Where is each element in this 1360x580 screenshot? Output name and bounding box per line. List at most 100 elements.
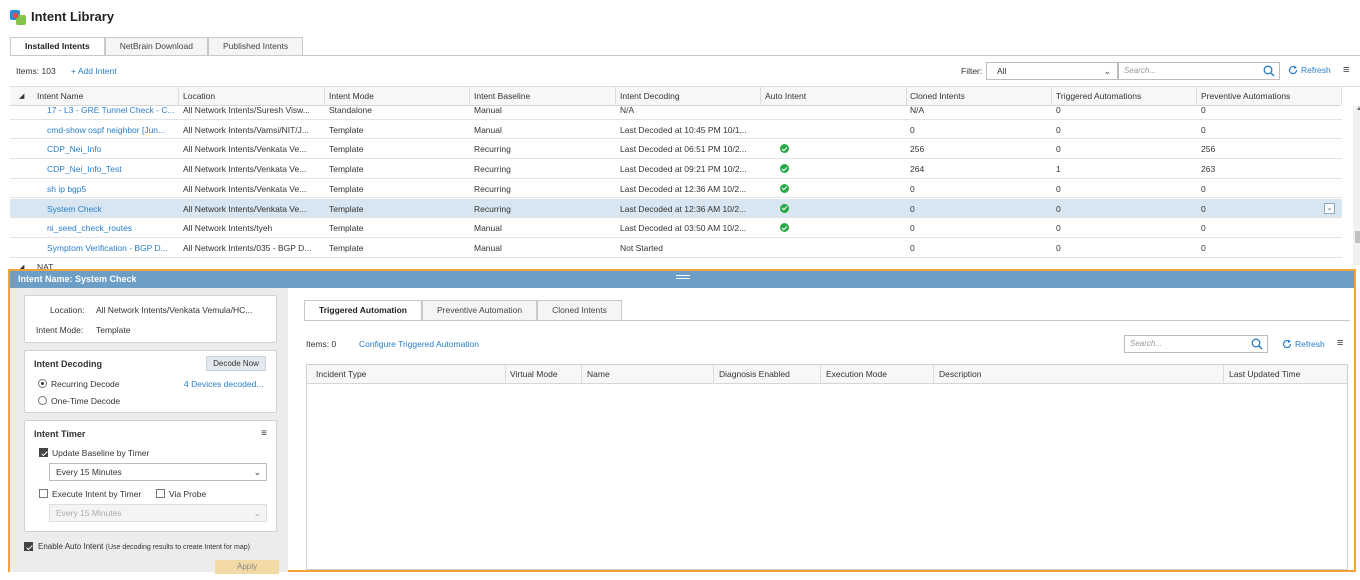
intent-name-link[interactable]: CDP_Nei_Info xyxy=(47,144,175,154)
col-incident-type[interactable]: Incident Type xyxy=(316,369,366,379)
update-baseline-checkbox[interactable] xyxy=(39,448,48,457)
apply-button[interactable]: Apply xyxy=(215,560,279,574)
page-title: Intent Library xyxy=(31,9,115,24)
location-cell: All Network Intents/Vamsi/NIT/J... xyxy=(183,124,309,135)
decode-now-button[interactable]: Decode Now xyxy=(206,356,266,371)
refresh-icon xyxy=(1288,65,1298,75)
decoding-cell: Last Decoded at 06:51 PM 10/2... xyxy=(620,144,747,155)
execute-intent-checkbox[interactable] xyxy=(39,489,48,498)
table-row[interactable]: sh ip bgp5 All Network Intents/Venkata V… xyxy=(10,179,1342,199)
add-intent-link[interactable]: + Add Intent xyxy=(71,66,117,76)
scroll-up-icon[interactable]: ▲ xyxy=(1356,106,1360,112)
filter-select[interactable]: All ⌄ xyxy=(986,62,1118,80)
timer-menu-icon[interactable]: ≡ xyxy=(261,428,267,439)
collapse-all-icon[interactable]: ◢ xyxy=(19,92,24,100)
preventive-cell: 0 xyxy=(1201,105,1206,115)
app-logo-icon xyxy=(10,10,26,25)
intent-name-link[interactable]: System Check xyxy=(47,204,175,214)
table-row[interactable]: cmd-show ospf neighbor [Jun... All Netwo… xyxy=(10,120,1342,140)
toolbar: Items: 103 + Add Intent Filter: All ⌄ Se… xyxy=(0,60,1360,82)
scrollbar-thumb[interactable] xyxy=(1355,231,1360,243)
tab-netbrain-download[interactable]: NetBrain Download xyxy=(104,37,208,55)
detail-header: Intent Name: System Check xyxy=(10,271,1354,288)
search-icon[interactable] xyxy=(1263,65,1275,77)
col-virtual-mode[interactable]: Virtual Mode xyxy=(510,369,558,379)
cloned-cell: 0 xyxy=(910,203,915,214)
automation-refresh-label: Refresh xyxy=(1295,339,1325,349)
devices-decoded-link[interactable]: 4 Devices decoded... xyxy=(184,379,263,389)
via-probe-checkbox[interactable] xyxy=(156,489,165,498)
check-circle-icon xyxy=(780,183,789,193)
automation-grid: Incident Type Virtual Mode Name Diagnosi… xyxy=(306,364,1348,570)
tab-cloned-intents[interactable]: Cloned Intents xyxy=(537,300,622,320)
table-row[interactable]: ni_seed_check_routes All Network Intents… xyxy=(10,218,1342,238)
intent-grid: ◢ Intent Name Location Intent Mode Inten… xyxy=(10,86,1360,270)
location-cell: All Network Intents/Venkata Ve... xyxy=(183,183,307,194)
table-row[interactable]: CDP_Nei_Info_Test All Network Intents/Ve… xyxy=(10,159,1342,179)
col-diagnosis-enabled[interactable]: Diagnosis Enabled xyxy=(719,369,790,379)
table-row[interactable]: Symptom Verification - BGP D... All Netw… xyxy=(10,238,1342,258)
table-row[interactable]: 17 - L3 - GRE Tunnel Check - C... All Ne… xyxy=(10,100,1342,120)
intent-detail-panel: Intent Name: System Check Location: All … xyxy=(8,269,1356,574)
intent-decoding-card: Intent Decoding Decode Now Recurring Dec… xyxy=(24,350,277,413)
baseline-cell: Manual xyxy=(474,242,502,253)
refresh-icon xyxy=(1282,339,1292,349)
preventive-cell: 256 xyxy=(1201,144,1216,155)
intent-name-link[interactable]: cmd-show ospf neighbor [Jun... xyxy=(47,125,175,135)
grid-scrollbar[interactable]: ▲ xyxy=(1353,106,1360,265)
tab-installed-intents[interactable]: Installed Intents xyxy=(10,37,105,56)
intent-timer-card: Intent Timer ≡ Update Baseline by Timer … xyxy=(24,420,277,532)
tab-triggered-automation[interactable]: Triggered Automation xyxy=(304,300,422,321)
baseline-cell: Manual xyxy=(474,124,502,135)
intent-timer-title: Intent Timer xyxy=(34,429,86,439)
baseline-cell: Recurring xyxy=(474,164,511,175)
baseline-cell: Manual xyxy=(474,105,502,115)
decoding-cell: N/A xyxy=(620,105,635,115)
update-interval-value: Every 15 Minutes xyxy=(56,467,122,477)
preventive-cell: 0 xyxy=(1201,124,1206,135)
intent-name-link[interactable]: ni_seed_check_routes xyxy=(47,223,175,233)
enable-auto-intent-label: Enable Auto Intent xyxy=(38,542,104,551)
automation-refresh-button[interactable]: Refresh xyxy=(1282,339,1325,349)
onetime-decode-radio[interactable] xyxy=(38,396,47,405)
check-circle-icon xyxy=(780,164,789,174)
decoding-cell: Last Decoded at 10:45 PM 10/1... xyxy=(620,124,747,135)
table-row-selected[interactable]: System Check All Network Intents/Venkata… xyxy=(10,198,1342,219)
intent-name-link[interactable]: sh ip bgp5 xyxy=(47,184,175,194)
menu-icon[interactable]: ≡ xyxy=(1343,64,1349,76)
detail-right-pane: Triggered Automation Preventive Automati… xyxy=(304,288,1354,572)
triggered-cell: 0 xyxy=(1056,124,1061,135)
intent-name-link[interactable]: CDP_Nei_Info_Test xyxy=(47,164,175,174)
automation-menu-icon[interactable]: ≡ xyxy=(1337,337,1343,349)
col-name[interactable]: Name xyxy=(587,369,610,379)
table-row[interactable]: CDP_Nei_Info All Network Intents/Venkata… xyxy=(10,139,1342,160)
location-cell: All Network Intents/035 - BGP D... xyxy=(183,242,312,253)
triggered-cell: 0 xyxy=(1056,105,1061,115)
location-cell: All Network Intents/Suresh Visw... xyxy=(183,105,310,115)
resize-grip-icon[interactable] xyxy=(676,275,690,279)
refresh-button[interactable]: Refresh xyxy=(1288,65,1331,75)
search-input[interactable]: Search... xyxy=(1118,62,1280,80)
cloned-cell: 256 xyxy=(910,144,925,155)
automation-search-input[interactable]: Search... xyxy=(1124,335,1268,353)
row-menu-chevron-icon[interactable]: ⌄ xyxy=(1324,202,1335,214)
search-icon[interactable] xyxy=(1251,338,1263,350)
recurring-decode-radio[interactable] xyxy=(38,379,47,388)
configure-triggered-automation-link[interactable]: Configure Triggered Automation xyxy=(359,339,479,349)
col-description[interactable]: Description xyxy=(939,369,982,379)
detail-left-pane: Location: All Network Intents/Venkata Ve… xyxy=(10,288,288,574)
col-last-updated-time[interactable]: Last Updated Time xyxy=(1229,369,1300,379)
col-execution-mode[interactable]: Execution Mode xyxy=(826,369,887,379)
mode-cell: Template xyxy=(329,164,364,175)
intent-name-link[interactable]: Symptom Verification - BGP D... xyxy=(47,243,175,253)
enable-auto-intent-checkbox[interactable] xyxy=(24,542,33,551)
intent-name-link[interactable]: 17 - L3 - GRE Tunnel Check - C... xyxy=(47,105,175,115)
location-cell: All Network Intents/Venkata Ve... xyxy=(183,164,307,175)
title-bar: Intent Library xyxy=(0,0,1360,34)
cloned-cell: 0 xyxy=(910,124,915,135)
update-interval-select[interactable]: Every 15 Minutes ⌄ xyxy=(49,463,267,481)
triggered-cell: 0 xyxy=(1056,203,1061,214)
items-count: Items: 103 xyxy=(16,66,56,76)
tab-published-intents[interactable]: Published Intents xyxy=(207,37,304,55)
tab-preventive-automation[interactable]: Preventive Automation xyxy=(422,300,538,320)
